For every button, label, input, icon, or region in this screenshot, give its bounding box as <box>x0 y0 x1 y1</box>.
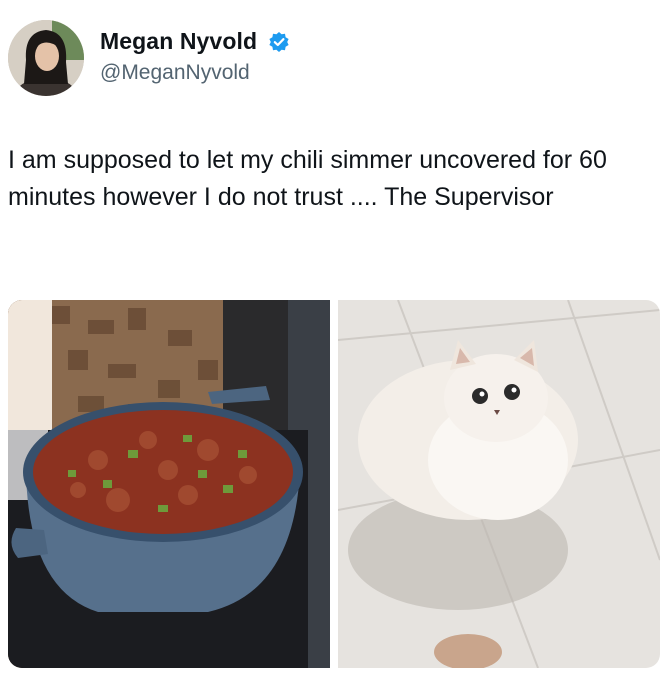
handle[interactable]: @MeganNyvold <box>100 61 290 85</box>
avatar[interactable] <box>8 20 84 96</box>
verified-badge-icon <box>268 31 290 53</box>
author-block: Megan Nyvold @MeganNyvold <box>100 28 290 85</box>
tweet-header: Megan Nyvold @MeganNyvold <box>4 18 664 102</box>
white-cat-photo[interactable] <box>338 300 660 668</box>
chili-pot-photo[interactable] <box>8 300 330 668</box>
tweet-text: I am supposed to let my chili simmer unc… <box>8 146 607 211</box>
media-grid <box>8 300 660 668</box>
display-name[interactable]: Megan Nyvold <box>100 28 257 55</box>
